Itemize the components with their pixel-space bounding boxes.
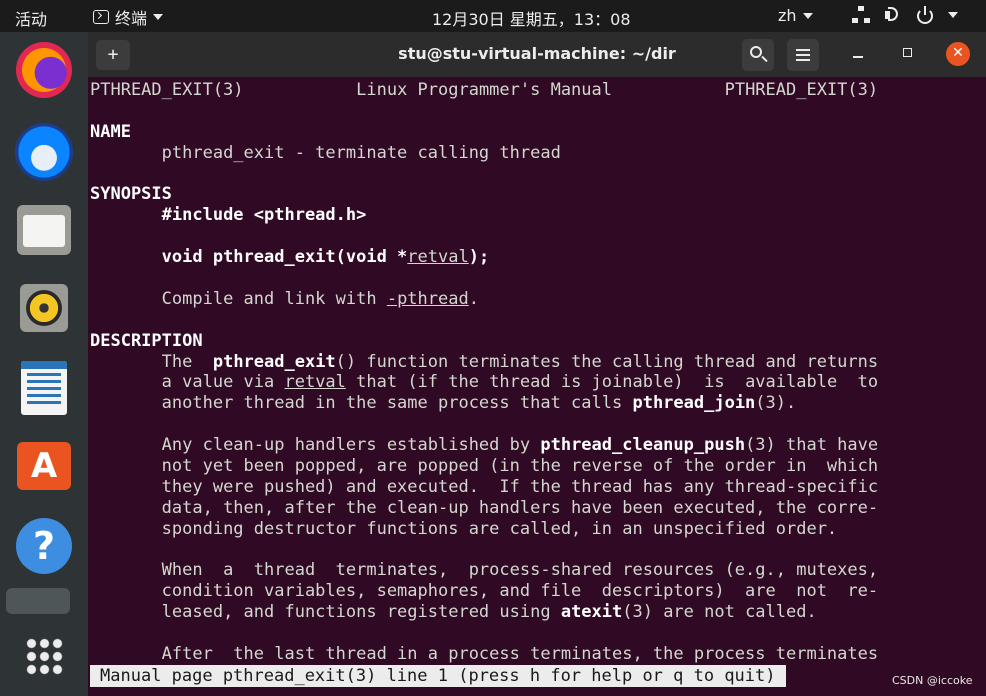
man-text-line: leased, and functions registered using a… [161,602,817,623]
help-icon: ? [16,518,72,574]
watermark: CSDN @iccoke [892,674,973,687]
pager-status-line: Manual page pthread_exit(3) line 1 (pres… [90,665,786,687]
clock[interactable]: 12月30日 星期五，13：08 [432,6,631,30]
chevron-down-icon[interactable] [948,12,958,18]
man-text-line: a value via retval that (if the thread i… [161,372,879,393]
app-menu[interactable]: 终端 [93,5,164,29]
chevron-down-icon [153,14,164,20]
man-text-line: they were pushed) and executed. If the t… [161,476,879,497]
top-bar: 活动 终端 12月30日 星期五，13：08 zh [0,0,986,32]
man-text-line: data, then, after the clean-up handlers … [161,497,879,518]
apps-grid-icon [25,637,63,675]
dock: A ? [0,32,88,696]
power-icon[interactable] [916,6,934,24]
dock-item-thunderbird[interactable] [14,122,74,182]
dock-item-rhythmbox[interactable] [14,278,74,338]
man-header: PTHREAD_EXIT(3) Linux Programmer's Manua… [90,80,879,100]
man-text-line: Any clean-up handlers established by pth… [161,435,879,456]
volume-icon[interactable] [884,6,902,24]
man-text-line: Compile and link with -pthread. [161,288,479,309]
files-icon [17,205,71,255]
window-title: stu@stu-virtual-machine: ~/dir [398,44,676,63]
maximize-button[interactable] [903,48,912,57]
man-text-line: another thread in the same process that … [161,393,797,414]
man-text-line: After the last thread in a process termi… [161,644,879,665]
software-center-icon: A [17,442,71,490]
dock-item-running-terminal[interactable] [6,588,70,614]
hamburger-menu-button[interactable] [787,39,819,71]
dock-item-software[interactable]: A [14,436,74,496]
show-applications-button[interactable] [14,626,74,686]
input-method-label: zh [778,6,797,25]
input-method-menu[interactable]: zh [778,6,813,25]
man-text-line: The pthread_exit() function terminates t… [161,351,879,372]
dock-item-files[interactable] [14,200,74,260]
man-text-line: When a thread terminates, process-shared… [161,560,879,581]
section-heading: SYNOPSIS [90,184,172,205]
network-icon[interactable] [852,6,870,24]
man-text-line: void pthread_exit(void *retval); [161,247,490,268]
header-bar: + stu@stu-virtual-machine: ~/dir ✕ [88,32,986,77]
man-text-line: condition variables, semaphores, and fil… [161,581,879,602]
activities-button[interactable]: 活动 [15,6,47,30]
man-text-line: sponding destructor functions are called… [161,518,838,539]
terminal-content[interactable]: PTHREAD_EXIT(3) Linux Programmer's Manua… [90,80,986,696]
thunderbird-icon [15,123,73,181]
dock-item-firefox[interactable] [14,40,74,100]
rhythmbox-icon [20,284,68,332]
section-heading: NAME [90,121,131,142]
man-text-line: pthread_exit - terminate calling thread [161,142,561,163]
terminal-window: + stu@stu-virtual-machine: ~/dir ✕ PTHRE… [88,32,986,696]
dock-item-writer[interactable] [14,358,74,418]
search-button[interactable] [742,39,774,71]
chevron-down-icon [802,12,813,19]
man-text-line: not yet been popped, are popped (in the … [161,456,879,477]
section-heading: DESCRIPTION [90,330,203,351]
app-menu-label: 终端 [115,9,148,28]
close-button[interactable]: ✕ [946,42,970,66]
minimize-button[interactable] [853,56,863,58]
dock-item-help[interactable]: ? [14,516,74,576]
terminal-icon [93,10,109,24]
firefox-icon [16,42,72,98]
man-text-line: #include <pthread.h> [161,205,367,226]
libreoffice-writer-icon [21,361,67,415]
system-tray[interactable] [852,6,958,24]
